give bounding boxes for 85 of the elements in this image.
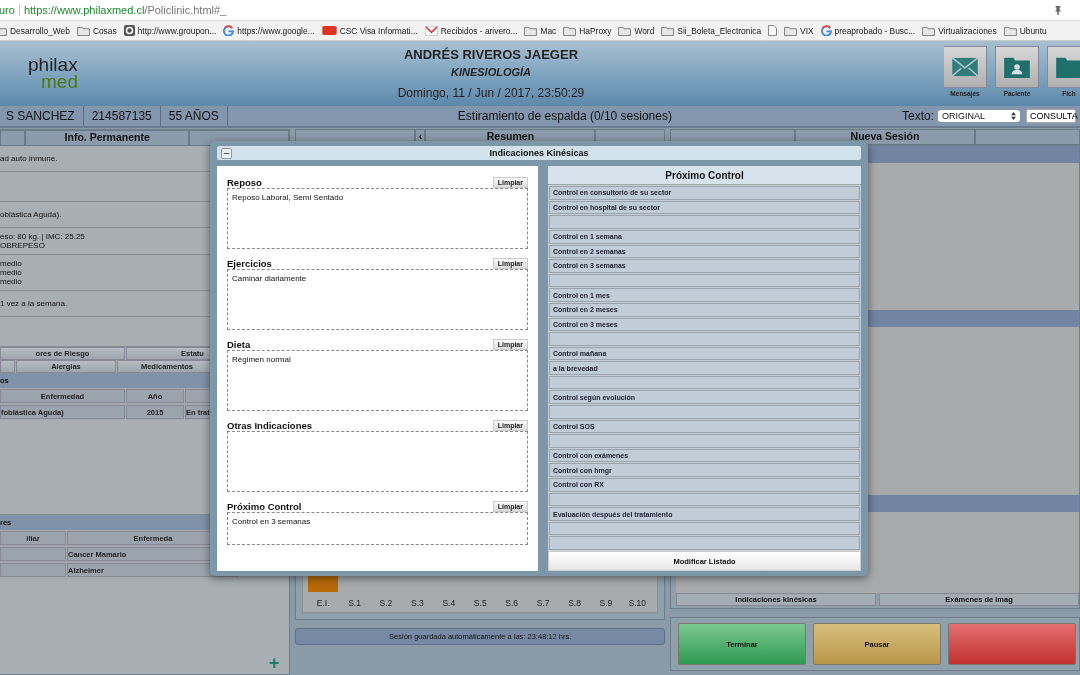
- tab[interactable]: Nueva Sesión: [795, 129, 975, 145]
- bookmark-link[interactable]: Desarrollo_Web: [10, 25, 70, 36]
- patient-name: S SANCHEZ: [0, 106, 84, 126]
- axis-label: S.10: [628, 597, 647, 610]
- field-label: Ejercicios: [227, 258, 272, 270]
- site-icon[interactable]: [123, 25, 135, 36]
- specialty: KINESIOLOGÍA: [449, 66, 533, 78]
- bookmark-link[interactable]: Mac: [540, 25, 557, 36]
- bookmark-link[interactable]: VIX: [800, 25, 814, 36]
- bookmark-link[interactable]: Recibidos - arivero...: [440, 25, 518, 36]
- bookmark-link[interactable]: http://www.groupon...: [137, 25, 217, 36]
- address-field[interactable]: https://www.philaxmed.cl/Policlinic.html#_: [18, 4, 1050, 16]
- bookmark-link[interactable]: Word: [634, 25, 655, 36]
- consult-button[interactable]: CONSULTA: [1026, 109, 1076, 123]
- mail-icon[interactable]: [424, 25, 438, 36]
- bookmark-link[interactable]: Virtualizaciones: [938, 25, 997, 36]
- folder-icon[interactable]: [784, 25, 798, 36]
- google-icon[interactable]: [820, 25, 832, 36]
- info-text: medio: [0, 268, 22, 277]
- text-select[interactable]: ORIGINAL: [938, 110, 1020, 122]
- axis-label: S.2: [379, 597, 393, 610]
- axis-label: S.9: [599, 597, 613, 610]
- axis-label: S.4: [442, 597, 456, 610]
- list-item[interactable]: [549, 273, 860, 288]
- minimize-icon[interactable]: [221, 147, 232, 159]
- axis-label: E.I.: [316, 597, 330, 610]
- info-text: oblástica Aguda).: [0, 210, 62, 219]
- google-icon[interactable]: [223, 25, 235, 36]
- page-icon[interactable]: [768, 25, 778, 36]
- text-area[interactable]: Régimen normal: [227, 350, 528, 412]
- security-label: uro: [0, 4, 15, 16]
- axis-label: S.5: [473, 597, 487, 610]
- dialog-title: Indicaciones Kinésicas: [488, 148, 590, 159]
- field-label: Reposo: [227, 177, 262, 189]
- axis-label: S.1: [348, 597, 361, 610]
- axis-label: S.6: [505, 597, 519, 610]
- folder-icon[interactable]: [76, 25, 90, 36]
- text-area[interactable]: Control en 3 semanas: [227, 512, 528, 546]
- category-button[interactable]: [0, 360, 15, 373]
- logo: philax med: [28, 57, 79, 90]
- list-item[interactable]: [549, 492, 860, 507]
- tab[interactable]: Info. Permanente: [25, 130, 190, 146]
- bookmark-link[interactable]: HaProxy: [579, 25, 612, 36]
- bookmark-link[interactable]: preaprobado - Busc...: [834, 25, 916, 36]
- info-text: eso: 80 kg. | IMC: 25.25: [0, 232, 85, 241]
- bookmark-link[interactable]: CSC Visa Informati...: [339, 25, 418, 36]
- patient-age: 55 AÑOS: [160, 106, 228, 126]
- info-text: medio: [0, 277, 22, 286]
- folder-icon[interactable]: [1003, 25, 1017, 36]
- folder-icon[interactable]: [1047, 46, 1080, 88]
- cancel-button[interactable]: [948, 623, 1076, 665]
- info-text: ad auto inmune.: [0, 154, 58, 163]
- updown-icon: [1011, 112, 1016, 120]
- list-item[interactable]: [549, 521, 860, 536]
- axis-label: S.7: [536, 597, 550, 610]
- text-area[interactable]: Reposo Laboral, Semi Sentado: [227, 188, 528, 250]
- text-area[interactable]: [227, 431, 528, 493]
- field-label: Próximo Control: [227, 501, 302, 513]
- patient-id: 214587135: [83, 106, 161, 126]
- bookmark-link[interactable]: Ubuntu: [1019, 25, 1047, 36]
- folder-icon[interactable]: [661, 25, 675, 36]
- pin-icon[interactable]: [1054, 5, 1062, 15]
- folder-icon[interactable]: [618, 25, 632, 36]
- folder-icon[interactable]: [922, 25, 936, 36]
- treatment-title: Estiramiento de espalda (0/10 sesiones): [456, 109, 673, 123]
- axis-label: S.3: [411, 597, 424, 610]
- card-icon[interactable]: [321, 26, 337, 35]
- envelope-icon[interactable]: [944, 46, 987, 88]
- bookmark-link[interactable]: Sii_Boleta_Electronica: [677, 25, 762, 36]
- bookmark-link[interactable]: Cosas: [92, 25, 117, 36]
- text-area[interactable]: Caminar diariamente: [227, 269, 528, 331]
- info-text: OBREPESO: [0, 241, 45, 250]
- axis-label: S.8: [568, 597, 581, 610]
- folder-icon[interactable]: [563, 25, 577, 36]
- list-item[interactable]: [549, 375, 860, 390]
- list-title: Próximo Control: [548, 166, 861, 186]
- info-text: medio: [0, 259, 22, 268]
- folder-icon[interactable]: [524, 25, 538, 36]
- doctor-name: ANDRÉS RIVEROS JAEGER: [402, 47, 580, 62]
- bookmark-link[interactable]: https://www.google...: [237, 25, 315, 36]
- date-time: Domingo, 11 / Jun / 2017, 23:50:29: [396, 86, 586, 100]
- patient-folder-icon[interactable]: [995, 46, 1039, 88]
- info-text: 1 vez a la semana.: [0, 299, 68, 308]
- text-label: Texto:: [902, 109, 934, 123]
- field-label: Otras Indicaciones: [227, 420, 312, 432]
